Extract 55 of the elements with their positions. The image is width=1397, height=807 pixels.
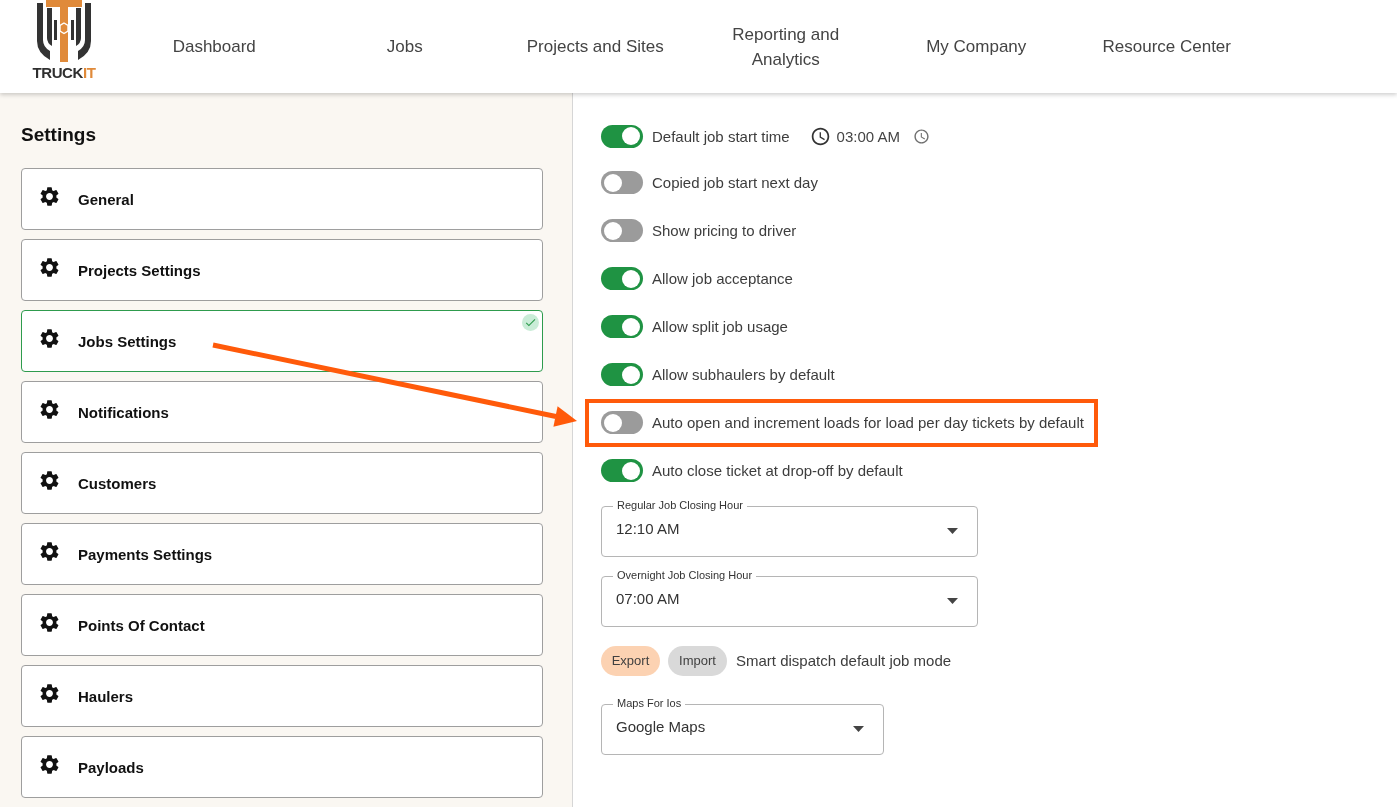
sidebar-item[interactable]: Payloads xyxy=(21,736,543,798)
setting-label: Show pricing to driver xyxy=(652,222,797,239)
nav-link[interactable]: Dashboard xyxy=(172,34,256,59)
setting-label: Allow subhaulers by default xyxy=(652,366,835,383)
field-label: Overnight Job Closing Hour xyxy=(613,568,757,582)
sidebar-item[interactable]: Projects Settings xyxy=(21,239,543,301)
caret-icon xyxy=(853,726,864,732)
setting-label: Allow job acceptance xyxy=(652,270,793,287)
toggle-switch[interactable] xyxy=(601,124,643,148)
sidebar-item[interactable]: Customers xyxy=(21,452,543,514)
sidebar-item[interactable]: Jobs Settings xyxy=(21,310,543,372)
setting-label: Auto close ticket at drop-off by default xyxy=(652,462,903,479)
gear-icon xyxy=(38,681,61,705)
gear-icon xyxy=(38,610,61,634)
toggle-switch[interactable] xyxy=(601,267,643,290)
toggle-switch[interactable] xyxy=(601,219,643,242)
gear-icon xyxy=(38,468,61,492)
caret-icon xyxy=(947,598,958,604)
gear-icon xyxy=(38,184,61,208)
time-field[interactable]: 03:00 AM xyxy=(836,127,900,145)
toggle-switch[interactable] xyxy=(601,411,643,434)
toggle-switch[interactable] xyxy=(601,171,643,194)
caret-icon xyxy=(947,528,958,534)
field-label: Regular Job Closing Hour xyxy=(613,498,747,512)
clock-icon xyxy=(809,125,831,147)
gear-icon xyxy=(38,255,61,279)
toggle-switch[interactable] xyxy=(601,315,643,338)
logo-wordmark: TRUCKIT xyxy=(32,64,96,81)
nav-link[interactable]: My Company xyxy=(926,34,1027,59)
nav-link[interactable]: Jobs xyxy=(386,34,423,59)
setting-label: Smart dispatch default job mode xyxy=(736,652,952,669)
field-label: Maps For Ios xyxy=(613,696,686,710)
setting-label: Copied job start next day xyxy=(652,174,818,191)
clock-icon[interactable] xyxy=(912,127,930,145)
toggle-switch[interactable] xyxy=(601,363,643,386)
check-icon xyxy=(522,314,539,331)
setting-label: Allow split job usage xyxy=(652,318,788,335)
gear-icon xyxy=(38,539,61,563)
sidebar-item[interactable]: Points Of Contact xyxy=(21,594,543,656)
sidebar-item[interactable]: Payments Settings xyxy=(21,523,543,585)
mode-button[interactable]: Export xyxy=(601,645,660,676)
sidebar-item[interactable]: Haulers xyxy=(21,665,543,727)
sidebar-item[interactable]: Notifications xyxy=(21,381,543,443)
gear-icon xyxy=(38,326,61,350)
gear-icon xyxy=(38,397,61,421)
toggle-switch[interactable] xyxy=(601,459,643,482)
nav-link[interactable]: Resource Center xyxy=(1102,34,1231,59)
sidebar-item[interactable]: General xyxy=(21,168,543,230)
mode-button[interactable]: Import xyxy=(668,645,727,676)
setting-label: Auto open and increment loads for load per day tickets by default xyxy=(652,414,1084,431)
gear-icon xyxy=(38,752,61,776)
nav-link[interactable]: Reporting and Analytics xyxy=(710,21,861,72)
nav-link[interactable]: Projects and Sites xyxy=(526,34,664,59)
setting-label: Default job start time xyxy=(652,127,790,145)
sidebar-title: Settings xyxy=(21,123,97,147)
